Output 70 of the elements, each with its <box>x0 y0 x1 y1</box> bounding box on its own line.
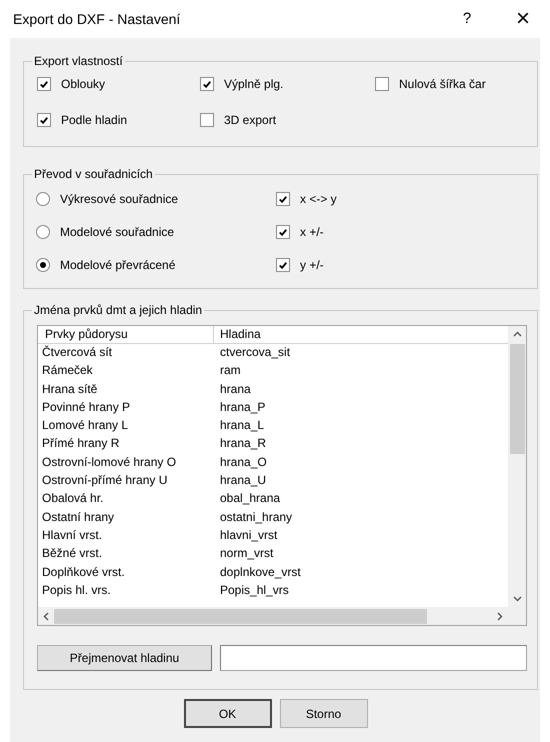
ok-button[interactable]: OK <box>184 699 272 728</box>
vertical-scrollbar[interactable] <box>508 326 526 607</box>
checkbox[interactable] <box>37 77 51 91</box>
radio-button[interactable] <box>36 258 50 272</box>
cancel-button[interactable]: Storno <box>280 699 368 728</box>
table-cell-text: Přímé hrany R <box>41 435 120 452</box>
table-cell-text: Běžné vrst. <box>41 545 104 562</box>
table-cell-text: doplnkove_vrst <box>219 564 302 581</box>
group-title: Export vlastností <box>32 53 125 69</box>
table-cell-text: hrana_O <box>219 454 268 471</box>
checkbox[interactable] <box>37 113 51 127</box>
column-header[interactable]: Hladina <box>214 326 508 343</box>
checkbox-label: Oblouky <box>61 76 106 93</box>
table-cell-text: hrana_U <box>219 472 268 490</box>
checkbox[interactable] <box>200 113 214 127</box>
radio-label: Modelové souřadnice <box>60 224 174 241</box>
table-cell-text: norm_vrst <box>219 545 274 562</box>
table-cell-text: hrana_R <box>219 435 268 452</box>
checkbox-label: x +/- <box>300 224 324 241</box>
table-cell-text: ctvercova_sit <box>219 344 292 361</box>
table-cell-text: hrana_L <box>219 417 266 434</box>
checkbox-label: x <-> y <box>300 191 337 208</box>
table-cell-text: Ostatní hrany <box>41 508 116 526</box>
table-cell-text: Popis hl. vrs. <box>41 582 112 599</box>
table-cell-text: Obalová hr. <box>41 490 104 508</box>
horizontal-scrollbar[interactable] <box>38 607 526 625</box>
list-view[interactable] <box>37 325 527 626</box>
column-header[interactable]: Prvky půdorysu <box>38 326 214 343</box>
close-button[interactable]: × <box>508 7 538 31</box>
scroll-up-icon[interactable] <box>512 331 522 337</box>
table-cell-text: Hlavní vrst. <box>41 526 104 544</box>
checkbox-label: Podle hladin <box>61 112 128 129</box>
table-cell-text: Doplňkové vrst. <box>41 564 126 581</box>
checkbox-label: y +/- <box>300 257 324 274</box>
radio-label: Výkresové souřadnice <box>60 191 178 208</box>
radio-button[interactable] <box>36 225 50 239</box>
checkbox[interactable] <box>276 258 290 272</box>
table-cell-text: Čtvercová sít <box>41 344 114 361</box>
help-button[interactable]: ? <box>452 8 482 30</box>
checkbox-label: Nulová šířka čar <box>399 76 486 93</box>
checkbox[interactable] <box>276 225 290 239</box>
radio-label: Modelové převrácené <box>60 257 176 274</box>
rename-button[interactable]: Přejmenovat hladinu <box>37 645 212 671</box>
layer-name-field[interactable] <box>220 645 527 671</box>
scroll-down-icon[interactable] <box>512 596 522 602</box>
table-cell-text: Hrana sítě <box>41 380 98 398</box>
checkbox-label: Výplně plg. <box>224 76 284 93</box>
table-cell-text: Rámeček <box>41 362 94 380</box>
scrollbar-thumb[interactable] <box>510 344 524 454</box>
checkbox[interactable] <box>200 77 214 91</box>
table-cell-text: obal_hrana <box>219 490 282 508</box>
scrollbar-thumb[interactable] <box>54 608 427 624</box>
table-cell-text: hrana <box>219 380 252 398</box>
checkbox-label: 3D export <box>224 112 276 129</box>
table-cell-text: ostatni_hrany <box>219 508 294 526</box>
scroll-left-icon[interactable] <box>43 612 49 620</box>
table-cell-text: Lomové hrany L <box>41 417 130 434</box>
table-cell-text: hrana_P <box>219 398 266 416</box>
table-cell-text: Ostrovní-přímé hrany U <box>41 472 168 490</box>
table-cell-text: ram <box>219 362 242 380</box>
table-cell-text: hlavni_vrst <box>219 526 278 544</box>
table-cell-text: Ostrovní-lomové hrany O <box>41 454 178 471</box>
table-cell-text: Povinné hrany P <box>41 398 132 416</box>
window-title: Export do DXF - Nastavení <box>13 10 180 29</box>
table-cell-text: Popis_hl_vrs <box>219 582 290 599</box>
checkbox[interactable] <box>375 77 389 91</box>
group-title: Jména prvků dmt a jejich hladin <box>32 302 204 318</box>
scroll-right-icon[interactable] <box>497 612 503 620</box>
radio-button[interactable] <box>36 192 50 206</box>
checkbox[interactable] <box>276 192 290 206</box>
